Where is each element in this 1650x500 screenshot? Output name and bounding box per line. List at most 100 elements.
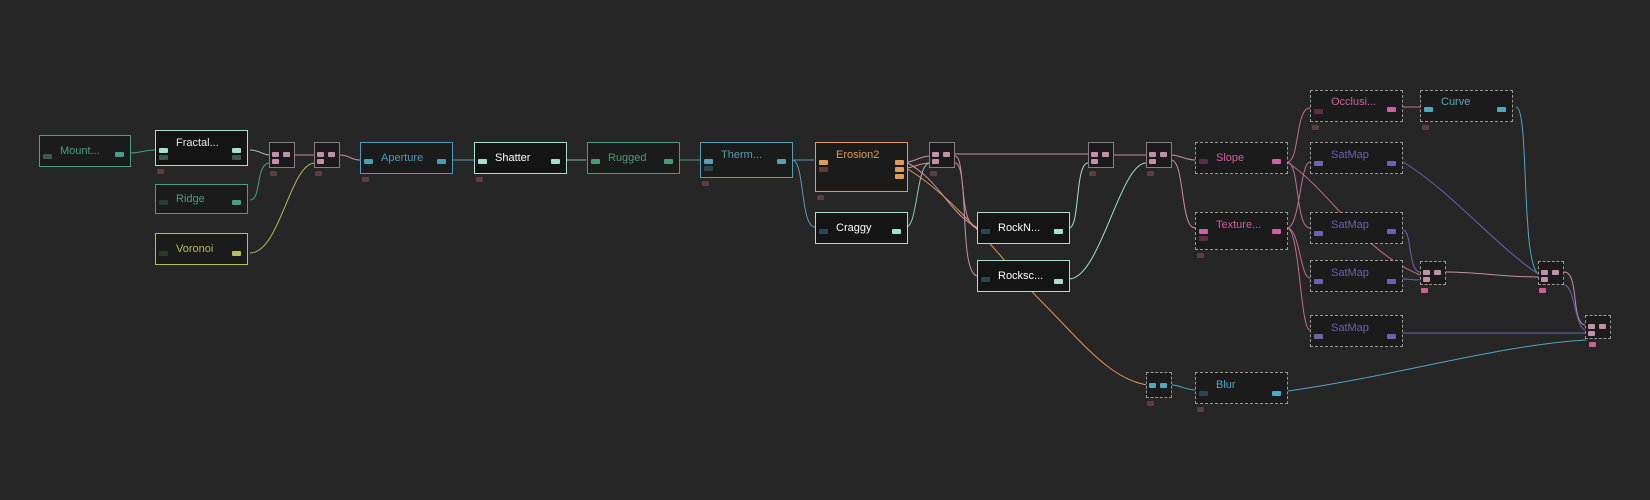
node-sub-port[interactable] [1312, 125, 1319, 130]
node-sub-port[interactable] [817, 195, 824, 200]
combiner-node[interactable] [1585, 315, 1611, 339]
output-port[interactable] [232, 200, 241, 205]
node-sub-port[interactable] [315, 171, 322, 176]
node-sub-port[interactable] [1197, 253, 1204, 258]
output-port[interactable] [232, 155, 241, 160]
input-port[interactable] [1199, 229, 1208, 234]
output-port[interactable] [1054, 229, 1063, 234]
node-craggy[interactable]: Craggy [815, 212, 908, 244]
input-port[interactable] [478, 159, 487, 164]
input-port[interactable] [591, 159, 600, 164]
output-port[interactable] [1272, 391, 1281, 396]
output-port[interactable] [1387, 161, 1396, 166]
combiner-node[interactable] [269, 142, 295, 168]
port [317, 152, 324, 157]
node-blur[interactable]: Blur [1195, 372, 1288, 404]
combiner-node[interactable] [1146, 142, 1172, 168]
output-port[interactable] [895, 167, 904, 172]
graph-canvas[interactable]: Mount... Fractal... Ridge Voronoi Apertu… [0, 0, 1650, 500]
output-port[interactable] [892, 229, 901, 234]
node-satmap-2[interactable]: SatMap [1310, 212, 1403, 244]
node-sub-port[interactable] [476, 177, 483, 182]
input-port[interactable] [981, 277, 990, 282]
output-port[interactable] [777, 159, 786, 164]
input-port[interactable] [819, 160, 828, 165]
node-sub-port[interactable] [1147, 171, 1154, 176]
node-thermal[interactable]: Therm... [700, 142, 793, 178]
output-port[interactable] [895, 160, 904, 165]
node-satmap-1[interactable]: SatMap [1310, 142, 1403, 174]
node-sub-port[interactable] [1197, 407, 1204, 412]
output-port[interactable] [1387, 279, 1396, 284]
node-rocknoise[interactable]: RockN... [977, 212, 1070, 244]
output-port[interactable] [232, 251, 241, 256]
node-sub-port[interactable] [1421, 288, 1428, 293]
output-port[interactable] [1387, 107, 1396, 112]
input-port[interactable] [43, 154, 52, 159]
input-port[interactable] [159, 251, 168, 256]
node-sub-port[interactable] [1422, 125, 1429, 130]
combiner-node[interactable] [314, 142, 340, 168]
combiner-node[interactable] [1420, 261, 1446, 285]
input-port[interactable] [1314, 161, 1323, 166]
input-port[interactable] [1199, 236, 1208, 241]
output-port[interactable] [115, 152, 124, 157]
input-port[interactable] [704, 159, 713, 164]
input-port[interactable] [1314, 334, 1323, 339]
input-port[interactable] [159, 200, 168, 205]
node-sub-port[interactable] [930, 171, 937, 176]
output-port[interactable] [232, 148, 241, 153]
output-port[interactable] [1497, 107, 1506, 112]
node-sub-port[interactable] [1589, 342, 1596, 347]
output-port[interactable] [1054, 279, 1063, 284]
output-port[interactable] [1387, 229, 1396, 234]
node-sub-port[interactable] [702, 181, 709, 186]
node-aperture[interactable]: Aperture [360, 142, 453, 174]
node-sub-port[interactable] [157, 169, 164, 174]
input-port[interactable] [1199, 391, 1208, 396]
node-sub-port[interactable] [362, 177, 369, 182]
node-sub-port[interactable] [1089, 171, 1096, 176]
output-port[interactable] [1272, 229, 1281, 234]
node-label: Aperture [381, 152, 424, 164]
combiner-node[interactable] [1088, 142, 1114, 168]
input-port[interactable] [1424, 107, 1433, 112]
node-sub-port[interactable] [1147, 401, 1154, 406]
node-slope[interactable]: Slope [1195, 142, 1288, 174]
node-satmap-4[interactable]: SatMap [1310, 315, 1403, 347]
output-port[interactable] [551, 159, 560, 164]
output-port[interactable] [1272, 159, 1281, 164]
node-erosion2[interactable]: Erosion2 [815, 142, 908, 192]
input-port[interactable] [704, 166, 713, 171]
output-port[interactable] [895, 174, 904, 179]
node-sub-port[interactable] [270, 171, 277, 176]
input-port[interactable] [1314, 231, 1323, 236]
node-occlusion[interactable]: Occlusi... [1310, 90, 1403, 122]
node-rockscape[interactable]: Rocksc... [977, 260, 1070, 292]
output-port[interactable] [437, 159, 446, 164]
node-rugged[interactable]: Rugged [587, 142, 680, 174]
node-curve[interactable]: Curve [1420, 90, 1513, 122]
combiner-node[interactable] [1538, 261, 1564, 285]
node-fractal[interactable]: Fractal... [155, 130, 248, 166]
node-sub-port[interactable] [1539, 288, 1546, 293]
output-port[interactable] [664, 159, 673, 164]
input-port[interactable] [819, 167, 828, 172]
input-port[interactable] [981, 229, 990, 234]
input-port[interactable] [1199, 159, 1208, 164]
combiner-node[interactable] [1146, 372, 1172, 398]
input-port[interactable] [159, 155, 168, 160]
input-port[interactable] [1314, 279, 1323, 284]
input-port[interactable] [159, 148, 168, 153]
node-mountain[interactable]: Mount... [39, 135, 131, 167]
input-port[interactable] [1314, 109, 1323, 114]
combiner-node[interactable] [929, 142, 955, 168]
input-port[interactable] [819, 229, 828, 234]
output-port[interactable] [1387, 334, 1396, 339]
node-texturizer[interactable]: Texture... [1195, 212, 1288, 250]
node-voronoi[interactable]: Voronoi [155, 233, 248, 265]
input-port[interactable] [364, 159, 373, 164]
node-satmap-3[interactable]: SatMap [1310, 260, 1403, 292]
node-ridge[interactable]: Ridge [155, 184, 248, 214]
node-shatter[interactable]: Shatter [474, 142, 567, 174]
